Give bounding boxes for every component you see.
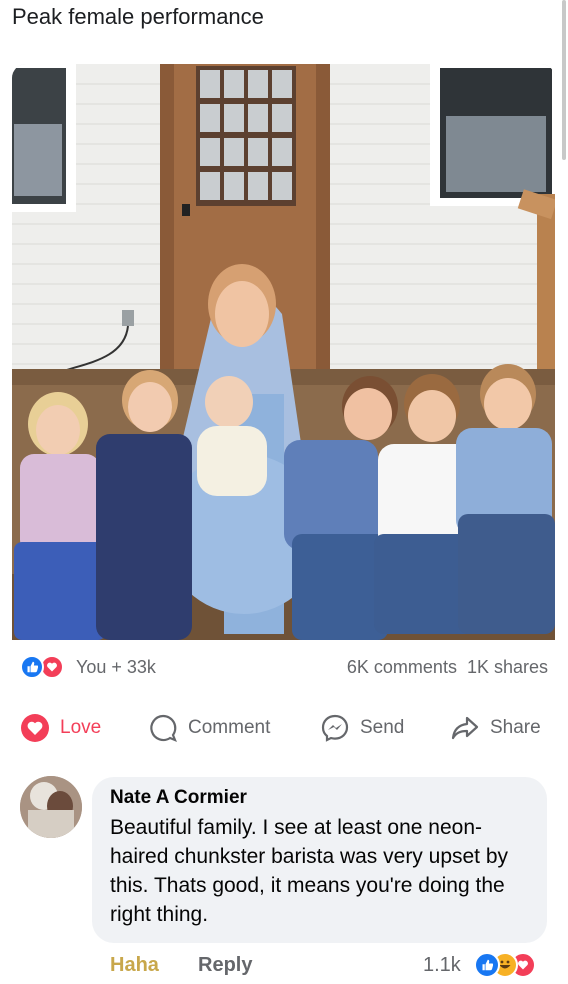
comment-reaction-button[interactable]: Haha [110, 954, 159, 977]
post-photo[interactable] [12, 64, 555, 640]
comment-reaction-count[interactable]: 1.1k [423, 954, 461, 977]
likes-count[interactable]: You + 33k [76, 657, 156, 678]
comment-reaction-icons[interactable] [474, 952, 554, 980]
shares-count[interactable]: 1K shares [467, 657, 548, 677]
comment-icon [148, 713, 178, 743]
post-action-bar: Love Comment Send Share [0, 700, 568, 756]
comment-text: Beautiful family. I see at least one neo… [110, 816, 509, 926]
comment-label: Comment [188, 717, 271, 738]
comment-footer: Haha Reply 1.1k [110, 952, 550, 982]
share-icon [450, 713, 480, 743]
send-button[interactable]: Send [320, 710, 404, 746]
comments-count[interactable]: 6K comments [347, 657, 457, 677]
post-caption: Peak female performance [12, 4, 264, 29]
reaction-icons[interactable] [20, 655, 72, 681]
messenger-icon [320, 713, 350, 743]
love-label: Love [60, 717, 102, 738]
scrollbar[interactable] [562, 0, 566, 160]
commenter-avatar[interactable] [20, 776, 82, 838]
love-icon [20, 713, 50, 743]
reply-button[interactable]: Reply [198, 954, 252, 977]
love-button[interactable]: Love [20, 710, 101, 746]
send-label: Send [360, 717, 405, 738]
like-icon [474, 952, 500, 978]
comment-author[interactable]: Nate A Cormier [110, 787, 529, 809]
like-icon [20, 655, 44, 679]
share-label: Share [490, 717, 541, 738]
post-counts: 6K comments 1K shares [337, 657, 548, 678]
comment-bubble: Nate A Cormier Beautiful family. I see a… [92, 777, 547, 943]
reactions-summary[interactable]: You + 33k 6K comments 1K shares [0, 650, 568, 686]
share-button[interactable]: Share [450, 710, 541, 746]
comment-button[interactable]: Comment [148, 710, 270, 746]
